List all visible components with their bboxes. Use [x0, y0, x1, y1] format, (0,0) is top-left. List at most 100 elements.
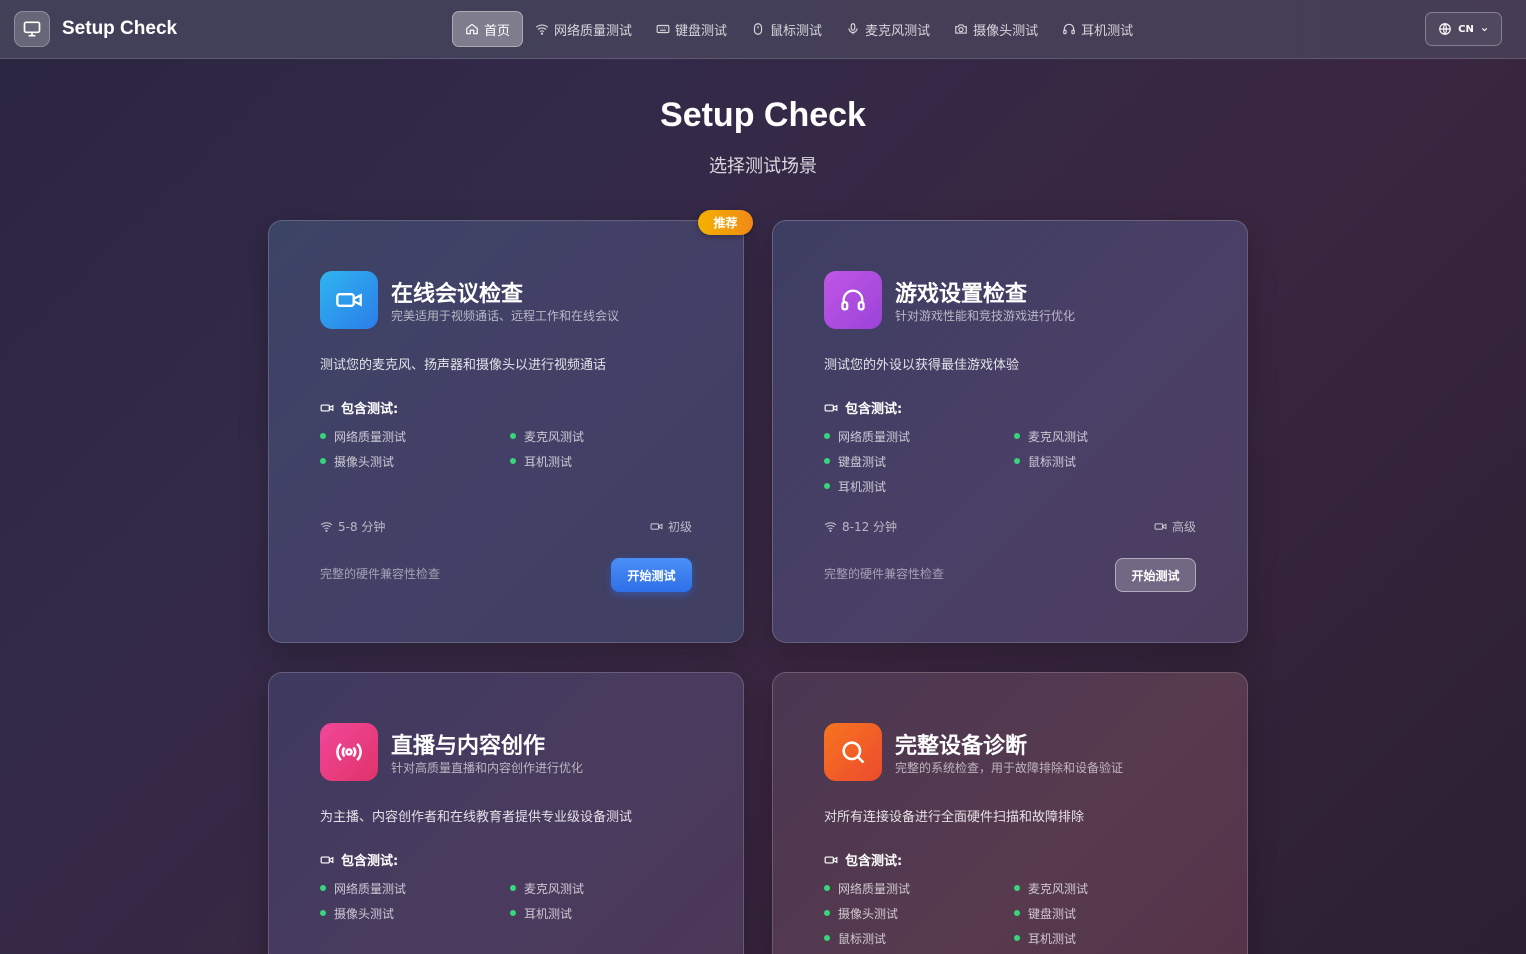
recommended-badge: 推荐: [698, 210, 753, 235]
scenario-card-online-meeting[interactable]: 在线会议检查 完美适用于视频通话、远程工作和在线会议 测试您的麦克风、扬声器和摄…: [268, 220, 744, 643]
list-item: 耳机测试: [510, 904, 700, 922]
test-label: 网络质量测试: [838, 429, 911, 444]
page-title: Setup Check: [660, 96, 866, 134]
list-item: 网络质量测试: [320, 427, 510, 445]
test-label: 鼠标测试: [838, 931, 887, 946]
top-navigation-bar: Setup Check 首页 网络质量测试 键盘测试 鼠标测试 麦克风测试 摄像…: [0, 0, 1526, 59]
home-icon: [466, 23, 478, 35]
nav-label: 耳机测试: [1081, 23, 1134, 39]
list-item: 麦克风测试: [510, 427, 700, 445]
nav-item-camera-test[interactable]: 摄像头测试: [942, 11, 1050, 47]
headphones-icon: [841, 289, 865, 311]
list-item: 耳机测试: [1014, 929, 1204, 947]
card-icon-box: [824, 271, 882, 329]
card-title: 直播与内容创作: [391, 734, 546, 759]
list-item: 鼠标测试: [1014, 452, 1204, 470]
list-item: 摄像头测试: [320, 904, 510, 922]
test-label: 摄像头测试: [334, 906, 395, 921]
card-description: 为主播、内容创作者和在线教育者提供专业级设备测试: [320, 810, 633, 825]
status-dot: [510, 458, 516, 464]
video-camera-icon: [320, 404, 334, 411]
duration-label: 5-8 分钟: [338, 520, 386, 534]
language-selector[interactable]: CN: [1425, 12, 1502, 46]
tests-heading: 包含测试:: [320, 850, 398, 869]
wifi-icon: [320, 522, 333, 532]
card-description: 对所有连接设备进行全面硬件扫描和故障排除: [824, 810, 1085, 825]
camera-icon: [955, 24, 967, 34]
status-dot: [824, 433, 830, 439]
scenario-card-gaming[interactable]: 游戏设置检查 针对游戏性能和竞技游戏进行优化 测试您的外设以获得最佳游戏体验 包…: [772, 220, 1248, 643]
card-footer-text: 完整的硬件兼容性检查: [824, 567, 945, 581]
microphone-icon: [848, 23, 858, 35]
card-subtitle: 完整的系统检查，用于故障排除和设备验证: [895, 761, 1124, 775]
list-item: 键盘测试: [824, 452, 1014, 470]
card-subtitle: 完美适用于视频通话、远程工作和在线会议: [391, 309, 620, 323]
nav-label: 首页: [484, 23, 511, 39]
list-item: 麦克风测试: [1014, 879, 1204, 897]
nav-label: 摄像头测试: [973, 23, 1039, 39]
mouse-icon: [753, 23, 763, 35]
start-test-button[interactable]: 开始测试: [611, 558, 692, 592]
test-label: 鼠标测试: [1028, 454, 1077, 469]
page-subtitle: 选择测试场景: [709, 156, 817, 177]
status-dot: [1014, 935, 1020, 941]
status-dot: [1014, 433, 1020, 439]
video-camera-icon: [1154, 523, 1167, 530]
scenario-card-streaming[interactable]: 直播与内容创作 针对高质量直播和内容创作进行优化 为主播、内容创作者和在线教育者…: [268, 672, 744, 954]
video-camera-icon: [824, 856, 838, 863]
list-item: 麦克风测试: [1014, 427, 1204, 445]
tests-heading: 包含测试:: [824, 398, 902, 417]
tests-heading: 包含测试:: [824, 850, 902, 869]
tests-heading-label: 包含测试:: [341, 402, 399, 417]
test-label: 耳机测试: [1028, 931, 1077, 946]
video-camera-icon: [650, 523, 663, 530]
search-icon: [842, 741, 865, 764]
list-item: 摄像头测试: [824, 904, 1014, 922]
list-item: 麦克风测试: [510, 879, 700, 897]
card-description: 测试您的麦克风、扬声器和摄像头以进行视频通话: [320, 358, 607, 373]
test-label: 耳机测试: [524, 454, 573, 469]
list-item: 网络质量测试: [824, 879, 1014, 897]
card-icon-box: [320, 271, 378, 329]
nav-item-mouse-test[interactable]: 鼠标测试: [739, 11, 834, 47]
test-label: 网络质量测试: [838, 881, 911, 896]
list-item: 鼠标测试: [824, 929, 1014, 947]
nav-item-keyboard-test[interactable]: 键盘测试: [644, 11, 739, 47]
tests-list: 网络质量测试 麦克风测试 摄像头测试 耳机测试: [320, 427, 700, 470]
nav-label: 网络质量测试: [554, 23, 633, 39]
list-item: 网络质量测试: [824, 427, 1014, 445]
scenario-card-full-diagnosis[interactable]: 完整设备诊断 完整的系统检查，用于故障排除和设备验证 对所有连接设备进行全面硬件…: [772, 672, 1248, 954]
nav-label: 麦克风测试: [865, 23, 931, 39]
test-label: 耳机测试: [524, 906, 573, 921]
test-label: 键盘测试: [838, 454, 887, 469]
duration: 5-8 分钟: [320, 518, 385, 535]
video-camera-icon: [824, 404, 838, 411]
status-dot: [510, 885, 516, 891]
nav-item-headphones-test[interactable]: 耳机测试: [1050, 11, 1145, 47]
start-test-button[interactable]: 开始测试: [1115, 558, 1196, 592]
nav-item-network-test[interactable]: 网络质量测试: [523, 11, 644, 47]
duration: 8-12 分钟: [824, 518, 897, 535]
difficulty-level: 初级: [650, 518, 692, 535]
chevron-down-icon: [1481, 27, 1488, 31]
test-label: 摄像头测试: [838, 906, 899, 921]
card-title: 在线会议检查: [391, 282, 524, 307]
list-item: 网络质量测试: [320, 879, 510, 897]
status-dot: [824, 483, 830, 489]
brand[interactable]: Setup Check: [14, 11, 177, 47]
tests-heading-label: 包含测试:: [845, 402, 903, 417]
nav-item-home[interactable]: 首页: [452, 11, 524, 47]
list-item: 键盘测试: [1014, 904, 1204, 922]
headphones-icon: [1063, 23, 1075, 35]
status-dot: [1014, 885, 1020, 891]
globe-icon: [1439, 23, 1451, 35]
tests-heading-label: 包含测试:: [341, 854, 399, 869]
level-label: 初级: [667, 520, 692, 534]
nav-label: 鼠标测试: [770, 23, 823, 39]
nav-item-microphone-test[interactable]: 麦克风测试: [834, 11, 942, 47]
app-name: Setup Check: [62, 18, 178, 39]
test-label: 网络质量测试: [334, 429, 407, 444]
status-dot: [320, 458, 326, 464]
list-item: 耳机测试: [824, 477, 1014, 495]
duration-label: 8-12 分钟: [842, 520, 898, 534]
